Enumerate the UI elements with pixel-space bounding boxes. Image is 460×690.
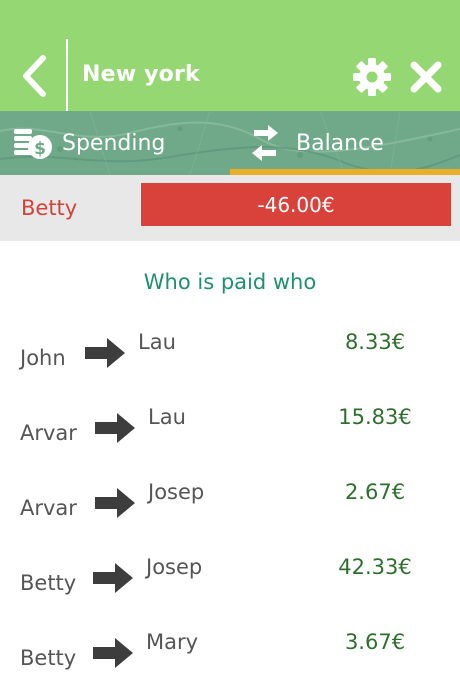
section-title: Who is paid who <box>143 270 317 294</box>
tab-spending[interactable]: $ Spending <box>12 111 230 175</box>
tab-balance[interactable]: Balance <box>248 111 460 175</box>
tab-spending-label: Spending <box>62 130 166 156</box>
header-divider <box>66 39 68 111</box>
coins-dollar-icon: $ <box>14 129 52 159</box>
payee-name: Mary <box>146 630 199 654</box>
app-header: New york <box>0 0 460 111</box>
svg-text:$: $ <box>34 139 46 159</box>
payment-row: Arvar Josep 2.67€ <box>0 470 460 526</box>
balance-person-name: Betty <box>21 196 78 220</box>
payment-amount: 15.83€ <box>338 405 412 429</box>
payment-amount: 8.33€ <box>344 330 406 354</box>
payee-name: Lau <box>148 405 186 429</box>
settings-button[interactable] <box>352 57 392 97</box>
balance-amount-bar: -46.00€ <box>141 183 451 226</box>
payee-name: Lau <box>138 330 176 354</box>
swap-arrows-icon <box>252 125 278 161</box>
right-arrow-icon <box>85 338 125 368</box>
gear-icon <box>353 58 391 96</box>
payee-name: Josep <box>146 555 203 579</box>
back-button[interactable] <box>8 48 60 104</box>
payment-row: John Lau 8.33€ <box>0 320 460 376</box>
payer-name: Betty <box>20 571 77 595</box>
right-arrow-icon <box>95 413 135 443</box>
chevron-left-icon <box>23 55 46 97</box>
payer-name: Arvar <box>20 496 77 520</box>
right-arrow-icon <box>93 563 133 593</box>
payer-name: Betty <box>20 646 77 670</box>
payment-row: Betty Mary 3.67€ <box>0 620 460 676</box>
payee-name: Josep <box>148 480 205 504</box>
payment-amount: 2.67€ <box>344 480 406 504</box>
right-arrow-icon <box>95 488 135 518</box>
close-button[interactable] <box>406 57 446 97</box>
payment-amount: 3.67€ <box>344 630 406 654</box>
right-arrow-icon <box>93 638 133 668</box>
payment-row: Arvar Lau 15.83€ <box>0 395 460 451</box>
payment-amount: 42.33€ <box>338 555 412 579</box>
payer-name: Arvar <box>20 421 77 445</box>
payment-row: Betty Josep 42.33€ <box>0 545 460 601</box>
tab-bar: $ Spending Balance <box>0 111 460 175</box>
payer-name: John <box>20 346 66 370</box>
tab-balance-label: Balance <box>296 130 384 156</box>
page-title: New york <box>82 62 200 87</box>
close-icon <box>410 61 442 93</box>
